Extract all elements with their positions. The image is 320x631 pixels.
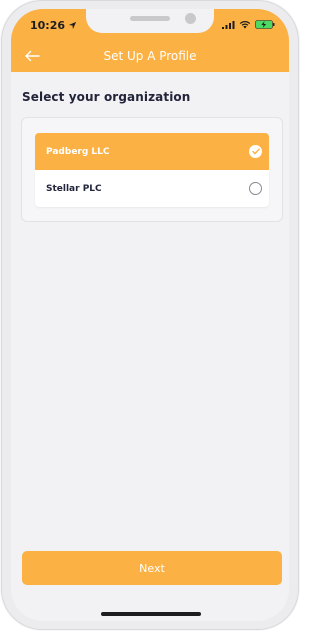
front-camera — [185, 13, 196, 24]
radio-checked-icon — [249, 145, 262, 158]
app-header: 10:26 Set Up A Profile — [11, 9, 289, 72]
next-button[interactable]: Next — [22, 551, 282, 585]
app-screen: 10:26 Set Up A Profile Select your organ… — [11, 9, 289, 621]
radio-empty-icon — [249, 182, 262, 195]
organization-label: Stellar PLC — [46, 183, 102, 194]
cellular-signal-icon — [222, 20, 235, 29]
status-time-text: 10:26 — [30, 19, 66, 32]
battery-charging-icon — [255, 20, 275, 29]
wifi-icon — [239, 20, 251, 29]
location-arrow-icon — [68, 21, 77, 30]
device-notch — [86, 9, 214, 33]
organization-option-padberg-llc[interactable]: Padberg LLC — [35, 133, 269, 170]
section-title: Select your organization — [22, 90, 191, 104]
home-indicator — [101, 612, 201, 616]
check-icon — [251, 148, 260, 155]
organization-label: Padberg LLC — [46, 146, 110, 157]
status-bar-time: 10:26 — [30, 19, 77, 32]
page-title: Set Up A Profile — [103, 49, 197, 63]
phone-frame: 10:26 Set Up A Profile Select your organ… — [2, 1, 298, 629]
organization-list: Padberg LLC Stellar PLC — [21, 117, 283, 222]
organization-option-stellar-plc[interactable]: Stellar PLC — [35, 170, 269, 207]
speaker-grille — [130, 16, 170, 21]
status-bar-icons — [222, 20, 275, 29]
